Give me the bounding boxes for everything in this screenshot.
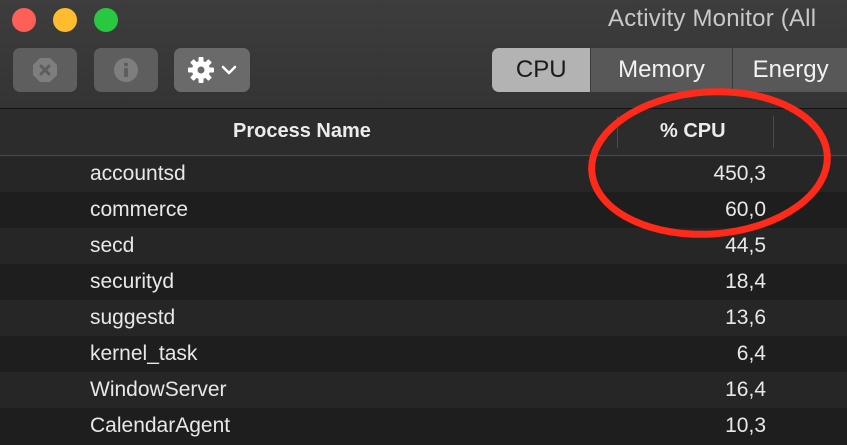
table-row[interactable]: kernel_task 6,4 bbox=[0, 336, 847, 372]
table-row[interactable]: securityd 18,4 bbox=[0, 264, 847, 300]
cpu-percent-cell: 44,5 bbox=[725, 234, 766, 257]
stop-process-icon bbox=[33, 58, 57, 82]
process-name-cell: commerce bbox=[90, 198, 189, 221]
cpu-percent-cell: 450,3 bbox=[713, 162, 766, 185]
table-row[interactable]: accountsd 450,3 bbox=[0, 156, 847, 192]
process-table: accountsd 450,3 commerce 60,0 secd 44,5 … bbox=[0, 156, 847, 444]
inspect-process-button[interactable] bbox=[94, 48, 158, 92]
table-row[interactable]: suggestd 13,6 bbox=[0, 300, 847, 336]
info-icon bbox=[114, 58, 138, 82]
process-name-cell: kernel_task bbox=[90, 342, 198, 365]
column-header-cpu[interactable]: % CPU bbox=[660, 120, 726, 143]
process-name-cell: securityd bbox=[90, 270, 175, 293]
column-divider[interactable] bbox=[773, 116, 774, 148]
column-divider[interactable] bbox=[617, 116, 618, 148]
tab-memory[interactable]: Memory bbox=[591, 48, 733, 92]
column-header-process-name[interactable]: Process Name bbox=[233, 120, 371, 143]
stop-process-button[interactable] bbox=[13, 48, 77, 92]
cpu-percent-cell: 60,0 bbox=[725, 198, 766, 221]
minimize-window-button[interactable] bbox=[53, 8, 77, 32]
view-tab-bar: CPU Memory Energy bbox=[492, 48, 847, 92]
table-row[interactable]: CalendarAgent 10,3 bbox=[0, 408, 847, 444]
tab-cpu[interactable]: CPU bbox=[492, 48, 592, 92]
process-name-cell: WindowServer bbox=[90, 378, 227, 401]
chevron-down-icon bbox=[221, 65, 237, 75]
window-toolbar: Activity Monitor (All CPU Memory Energy bbox=[0, 0, 847, 109]
cpu-percent-cell: 16,4 bbox=[725, 378, 766, 401]
cpu-percent-cell: 13,6 bbox=[725, 306, 766, 329]
gear-icon bbox=[188, 57, 214, 83]
process-name-cell: accountsd bbox=[90, 162, 186, 185]
process-name-cell: CalendarAgent bbox=[90, 414, 231, 437]
table-header: Process Name % CPU bbox=[0, 109, 847, 156]
window-title: Activity Monitor (All bbox=[608, 5, 817, 32]
close-window-button[interactable] bbox=[12, 8, 36, 32]
table-row[interactable]: WindowServer 16,4 bbox=[0, 372, 847, 408]
tab-energy[interactable]: Energy bbox=[733, 48, 847, 92]
cpu-percent-cell: 18,4 bbox=[725, 270, 766, 293]
cpu-percent-cell: 10,3 bbox=[725, 414, 766, 437]
process-name-cell: suggestd bbox=[90, 306, 176, 329]
cpu-percent-cell: 6,4 bbox=[736, 342, 766, 365]
table-row[interactable]: secd 44,5 bbox=[0, 228, 847, 264]
process-name-cell: secd bbox=[90, 234, 135, 257]
zoom-window-button[interactable] bbox=[94, 8, 118, 32]
action-menu-button[interactable] bbox=[174, 48, 250, 92]
table-row[interactable]: commerce 60,0 bbox=[0, 192, 847, 228]
